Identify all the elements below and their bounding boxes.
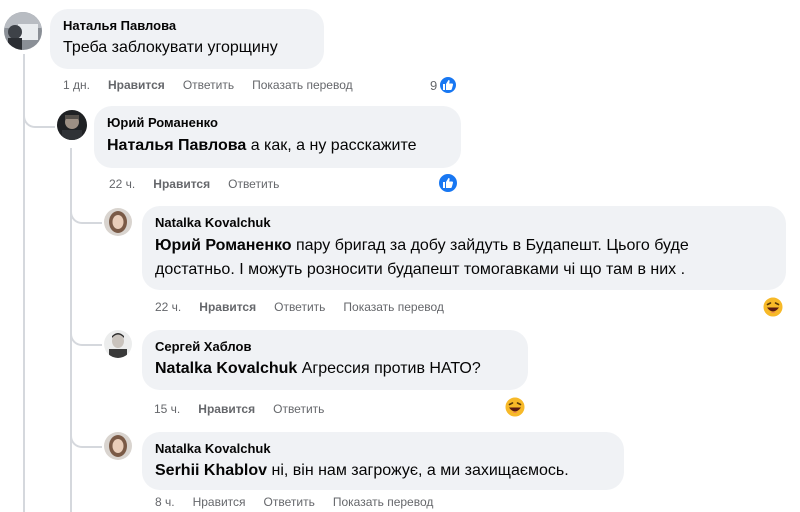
reaction-summary[interactable]: [504, 396, 526, 418]
comment-time[interactable]: 22 ч.: [155, 300, 181, 314]
reply-button[interactable]: Ответить: [273, 402, 324, 416]
comment-text: Наталья Павлова а как, а ну расскажите: [107, 135, 448, 156]
comment-actions: 1 дн. Нравится Ответить Показать перевод: [63, 78, 371, 92]
comment-author[interactable]: Сергей Хаблов: [155, 338, 515, 355]
like-reaction-icon: [437, 172, 459, 194]
reply-button[interactable]: Ответить: [274, 300, 325, 314]
like-button[interactable]: Нравится: [198, 402, 255, 416]
comment-text-body: Агрессия против НАТО?: [297, 360, 481, 377]
comment-author[interactable]: Natalka Kovalchuk: [155, 440, 611, 457]
avatar[interactable]: [4, 12, 42, 50]
comment-time[interactable]: 15 ч.: [154, 402, 180, 416]
comment-time[interactable]: 8 ч.: [155, 495, 175, 509]
comment-bubble: Natalka Kovalchuk Serhii Khablov ні, він…: [142, 432, 624, 490]
translate-button[interactable]: Показать перевод: [333, 495, 434, 509]
reaction-count: 9: [430, 77, 438, 93]
like-button[interactable]: Нравится: [108, 78, 165, 92]
comment-actions: 8 ч. Нравится Ответить Показать перевод: [155, 495, 451, 509]
comment-author[interactable]: Natalka Kovalchuk: [155, 214, 773, 231]
comment-text: Треба заблокувати угорщину: [63, 39, 278, 56]
thread-connector: [70, 420, 102, 448]
translate-button[interactable]: Показать перевод: [343, 300, 444, 314]
comment-actions: 15 ч. Нравится Ответить: [154, 402, 342, 416]
comment-author[interactable]: Юрий Романенко: [107, 114, 448, 131]
mention-link[interactable]: Natalka Kovalchuk: [155, 360, 297, 377]
thread-connector: [70, 318, 102, 346]
comment-bubble: Юрий Романенко Наталья Павлова а как, а …: [94, 106, 461, 168]
comment-bubble: Сергей Хаблов Natalka Kovalchuk Агрессия…: [142, 330, 528, 390]
comment-text: Serhii Khablov ні, він нам загрожує, а м…: [155, 460, 611, 481]
translate-button[interactable]: Показать перевод: [252, 78, 353, 92]
comment-actions: 22 ч. Нравится Ответить: [109, 177, 297, 191]
reaction-summary[interactable]: 9: [430, 75, 459, 95]
comment-bubble: Natalka Kovalchuk Юрий Романенко пару бр…: [142, 206, 786, 290]
comment-text-line: достатньо. І можуть розносити будапешт т…: [155, 261, 686, 278]
haha-reaction-icon: [504, 396, 526, 418]
mention-link[interactable]: Наталья Павлова: [107, 137, 246, 154]
avatar[interactable]: [104, 330, 132, 358]
reaction-summary[interactable]: [437, 172, 459, 194]
avatar[interactable]: [104, 208, 132, 236]
comment-bubble: Наталья Павлова Треба заблокувати угорщи…: [50, 9, 324, 69]
mention-link[interactable]: Юрий Романенко: [155, 237, 292, 254]
thread-connector: [23, 100, 55, 128]
mention-link[interactable]: Serhii Khablov: [155, 462, 267, 479]
comment-actions: 22 ч. Нравится Ответить Показать перевод: [155, 300, 462, 314]
like-button[interactable]: Нравится: [193, 495, 246, 509]
avatar[interactable]: [57, 110, 87, 140]
comment-time[interactable]: 22 ч.: [109, 177, 135, 191]
comment-author[interactable]: Наталья Павлова: [63, 17, 311, 34]
reply-button[interactable]: Ответить: [183, 78, 234, 92]
comment-text-body: пару бригад за добу зайдуть в Будапешт. …: [291, 237, 689, 254]
comment-text: Natalka Kovalchuk Агрессия против НАТО?: [155, 358, 515, 379]
like-button[interactable]: Нравится: [153, 177, 210, 191]
reaction-summary[interactable]: [762, 296, 784, 318]
comment-text: Юрий Романенко пару бригад за добу зайду…: [155, 235, 773, 256]
like-button[interactable]: Нравится: [199, 300, 256, 314]
thread-connector: [70, 196, 102, 224]
like-reaction-icon: [438, 75, 459, 95]
comment-time[interactable]: 1 дн.: [63, 78, 90, 92]
avatar[interactable]: [104, 432, 132, 460]
haha-reaction-icon: [762, 296, 784, 318]
comment-text-body: ні, він нам загрожує, а ми захищаємось.: [267, 462, 569, 479]
comment-text-body: а как, а ну расскажите: [246, 137, 417, 154]
reply-button[interactable]: Ответить: [228, 177, 279, 191]
reply-button[interactable]: Ответить: [264, 495, 315, 509]
